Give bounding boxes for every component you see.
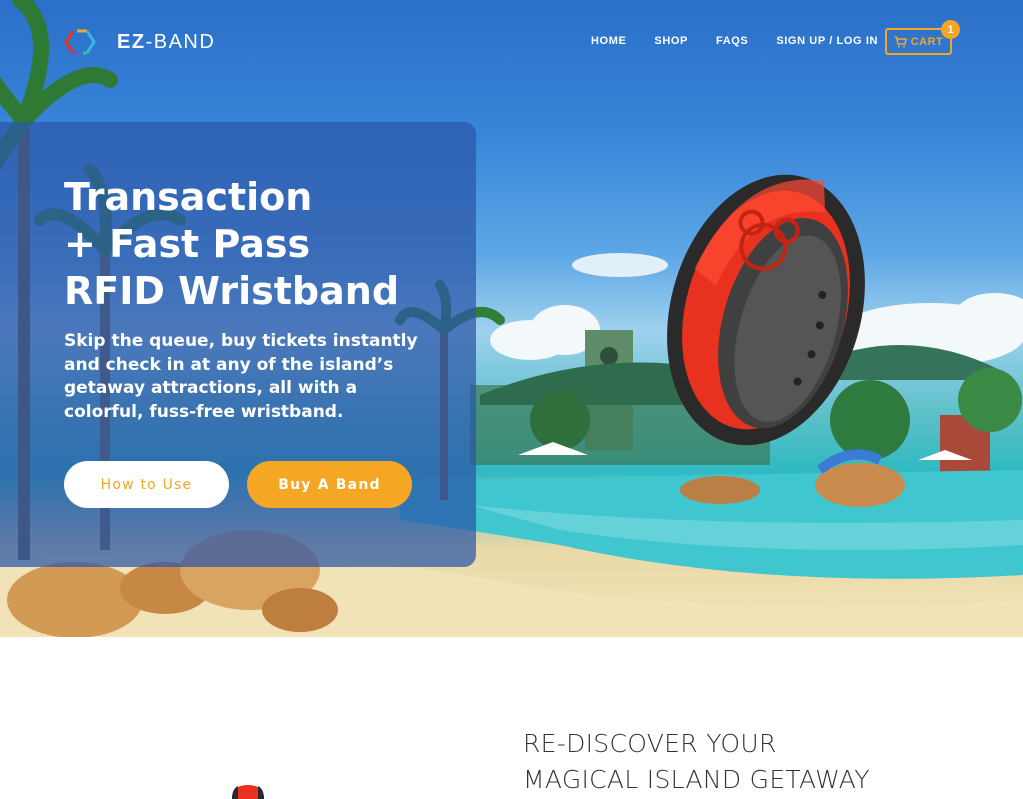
nav-sign-up-log-in[interactable]: SIGN UP / LOG IN <box>776 35 878 47</box>
cart-label: CART <box>910 35 944 48</box>
hero-title-line-3: RFID Wristband <box>64 269 400 313</box>
buy-a-band-button[interactable]: Buy A Band <box>247 461 412 508</box>
top-navigation: EZ-BAND HOME SHOP FAQS SIGN UP / LOG IN … <box>0 0 1023 84</box>
wristband-illustration <box>667 174 865 446</box>
hero-title: Transaction + Fast Pass RFID Wristband <box>64 174 464 315</box>
how-to-use-button[interactable]: How to Use <box>64 461 229 508</box>
nav-home[interactable]: HOME <box>591 35 626 47</box>
brand-logo[interactable]: EZ-BAND <box>63 29 215 55</box>
hero-description: Skip the queue, buy tickets instantly an… <box>64 331 418 422</box>
wristband-preview-image <box>232 785 264 799</box>
shopping-cart-icon <box>894 35 907 47</box>
brand-name: EZ-BAND <box>117 30 216 53</box>
nav-links: HOME SHOP FAQS SIGN UP / LOG IN <box>591 35 906 47</box>
section-heading-line-1: RE-DISCOVER YOUR <box>523 729 777 758</box>
cart-count-badge: 1 <box>941 20 960 39</box>
nav-shop[interactable]: SHOP <box>654 35 688 47</box>
hero-title-line-1: Transaction <box>64 175 313 219</box>
nav-faqs[interactable]: FAQS <box>716 35 748 47</box>
hero-title-line-2: + Fast Pass <box>64 222 311 266</box>
section-heading: RE-DISCOVER YOUR MAGICAL ISLAND GETAWAY <box>523 726 870 798</box>
section-heading-line-2: MAGICAL ISLAND GETAWAY <box>523 765 870 794</box>
hexagon-logo-icon <box>64 29 96 55</box>
